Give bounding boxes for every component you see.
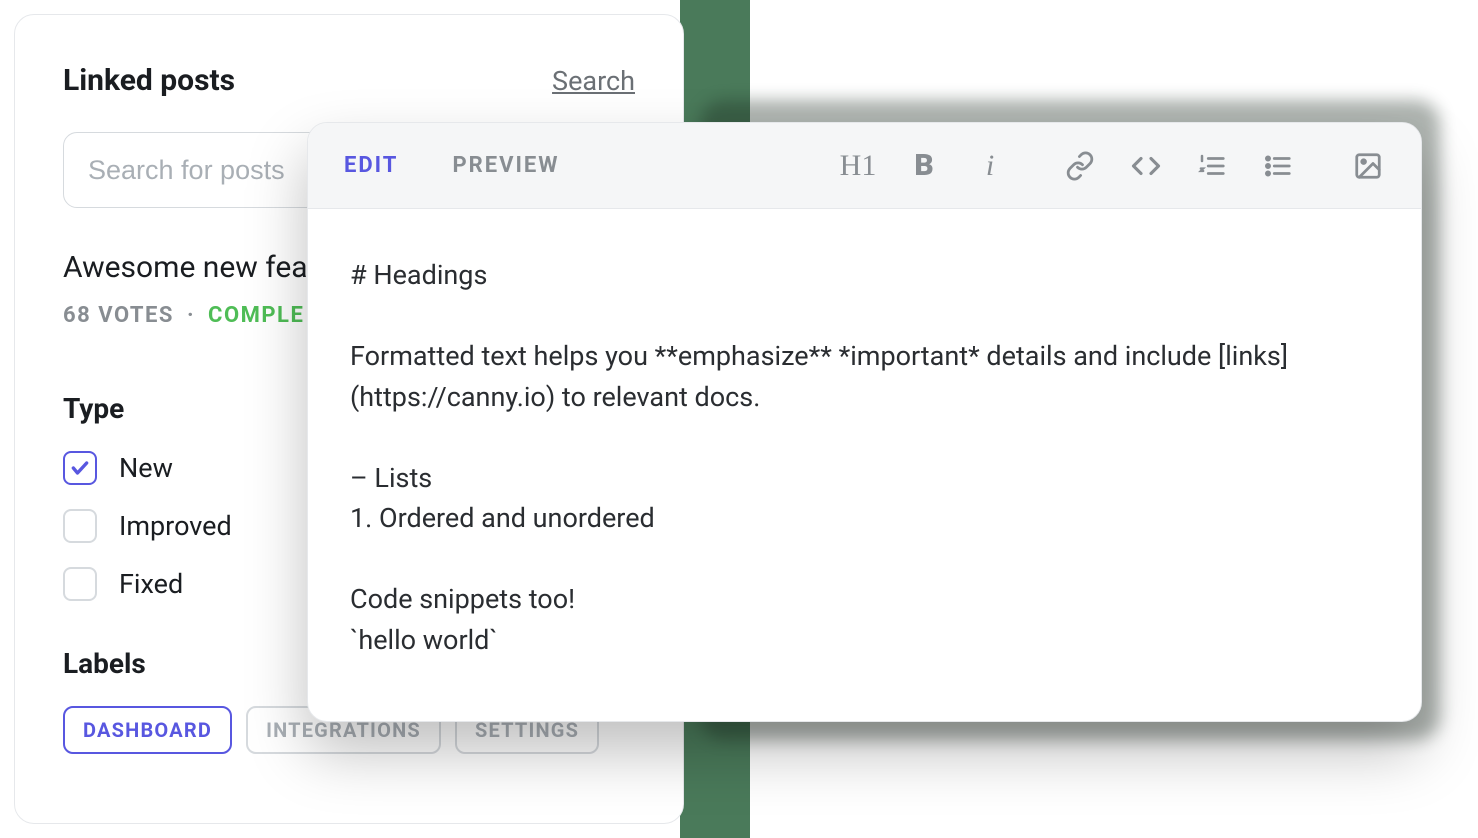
linked-posts-header: Linked posts Search bbox=[63, 63, 635, 98]
ordered-list-icon[interactable] bbox=[1195, 149, 1229, 183]
tab-edit[interactable]: EDIT bbox=[344, 153, 398, 178]
editor-textarea[interactable]: # Headings Formatted text helps you **em… bbox=[308, 209, 1421, 706]
type-label: Fixed bbox=[119, 568, 183, 600]
vote-count: 68 VOTES bbox=[63, 303, 174, 328]
meta-dot: · bbox=[187, 303, 195, 328]
heading-icon[interactable]: H1 bbox=[841, 149, 875, 183]
image-icon[interactable] bbox=[1351, 149, 1385, 183]
tab-preview[interactable]: PREVIEW bbox=[452, 153, 559, 178]
unordered-list-icon[interactable] bbox=[1261, 149, 1295, 183]
checkbox-unchecked-icon bbox=[63, 567, 97, 601]
checkbox-unchecked-icon bbox=[63, 509, 97, 543]
italic-icon[interactable]: i bbox=[973, 149, 1007, 183]
type-label: Improved bbox=[119, 510, 232, 542]
label-chip-dashboard[interactable]: DASHBOARD bbox=[63, 706, 232, 754]
editor-toolbar: EDIT PREVIEW H1 B i bbox=[308, 123, 1421, 209]
linked-posts-title: Linked posts bbox=[63, 63, 235, 98]
editor-panel: EDIT PREVIEW H1 B i # Headings Formatted… bbox=[307, 122, 1422, 722]
link-icon[interactable] bbox=[1063, 149, 1097, 183]
code-icon[interactable] bbox=[1129, 149, 1163, 183]
type-label: New bbox=[119, 452, 173, 484]
search-link[interactable]: Search bbox=[552, 65, 635, 97]
bold-icon[interactable]: B bbox=[907, 149, 941, 183]
post-status: COMPLE bbox=[208, 303, 304, 328]
checkbox-checked-icon bbox=[63, 451, 97, 485]
